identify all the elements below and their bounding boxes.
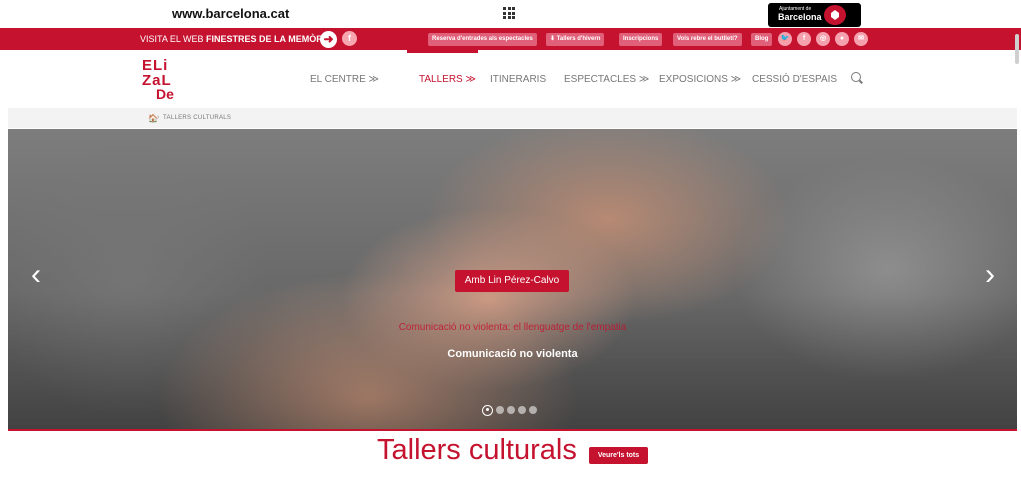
apps-grid-icon[interactable] bbox=[503, 7, 515, 19]
nav-cessio-espais[interactable]: CESSIÓ D'ESPAIS bbox=[752, 74, 837, 85]
blog-button[interactable]: Blog bbox=[751, 33, 773, 46]
top-red-bar: VISITA EL WEB FINESTRES DE LA MEMÒRIA ➜ … bbox=[0, 28, 1021, 50]
hero-title: Comunicació no violenta: el llenguatge d… bbox=[398, 322, 627, 333]
slider-dots bbox=[482, 404, 537, 416]
ajuntament-big-text: Barcelona bbox=[778, 12, 822, 22]
search-icon[interactable] bbox=[851, 72, 861, 82]
active-tab-indicator bbox=[407, 50, 478, 53]
section-title: Tallers culturals bbox=[377, 434, 577, 466]
section-divider bbox=[8, 429, 1017, 431]
scrollbar-thumb[interactable] bbox=[1015, 34, 1019, 64]
slider-dot-3[interactable] bbox=[507, 406, 515, 414]
breadcrumb bbox=[8, 108, 1017, 128]
see-all-button[interactable]: Veure'ls tots bbox=[589, 447, 648, 464]
butlleti-button[interactable]: Vols rebre el butlletí? bbox=[673, 33, 742, 46]
inscripcions-button[interactable]: Inscripcions bbox=[619, 33, 663, 46]
breadcrumb-separator: › bbox=[157, 114, 160, 121]
visita-prefix: VISITA EL WEB bbox=[140, 34, 207, 44]
facebook-icon[interactable]: f bbox=[342, 31, 357, 46]
chevron-left-icon[interactable]: ‹ bbox=[28, 260, 44, 290]
visita-bold: FINESTRES DE LA MEMÒRIA bbox=[206, 34, 332, 44]
reserva-entrades-button[interactable]: Reserva d'entrades als espectacles bbox=[428, 33, 537, 46]
hero-tag-button[interactable]: Amb Lin Pérez-Calvo bbox=[455, 270, 569, 292]
email-icon[interactable]: ✉ bbox=[854, 32, 868, 46]
nav-itineraris[interactable]: ITINERARIS bbox=[490, 74, 546, 85]
barcelona-url-link[interactable]: www.barcelona.cat bbox=[172, 6, 289, 21]
nav-tallers[interactable]: TALLERS ≫ bbox=[419, 74, 476, 85]
hero-subtitle: Comunicació no violenta bbox=[447, 348, 578, 360]
breadcrumb-current: TALLERS CULTURALS bbox=[163, 115, 232, 121]
facebook-social-icon[interactable]: f bbox=[797, 32, 811, 46]
nav-el-centre[interactable]: EL CENTRE ≫ bbox=[310, 74, 379, 85]
page: www.barcelona.cat Ajuntament de Barcelon… bbox=[0, 0, 1021, 478]
nav-espectacles[interactable]: ESPECTACLES ≫ bbox=[564, 74, 649, 85]
logo-line-3: De bbox=[156, 86, 174, 102]
hero-slider: ‹ › Amb Lin Pérez-Calvo Comunicació no v… bbox=[8, 129, 1017, 429]
flickr-icon[interactable]: ● bbox=[835, 32, 849, 46]
slider-dot-2[interactable] bbox=[496, 406, 504, 414]
slider-dot-4[interactable] bbox=[518, 406, 526, 414]
nav-exposicions[interactable]: EXPOSICIONS ≫ bbox=[659, 74, 741, 85]
slider-dot-1[interactable] bbox=[482, 404, 493, 416]
elizalde-logo[interactable]: ELi ZaL De bbox=[142, 57, 190, 103]
instagram-icon[interactable]: ◎ bbox=[816, 32, 830, 46]
arrow-right-icon[interactable]: ➜ bbox=[320, 31, 337, 48]
twitter-icon[interactable]: 🐦 bbox=[778, 32, 792, 46]
top-bar: www.barcelona.cat Ajuntament de Barcelon… bbox=[0, 0, 1021, 28]
slider-dot-5[interactable] bbox=[529, 406, 537, 414]
chevron-right-icon[interactable]: › bbox=[982, 260, 998, 290]
tallers-hivern-button[interactable]: ⬇ Tallers d'hivern bbox=[546, 33, 605, 46]
barcelona-shield-icon bbox=[824, 5, 846, 25]
ajuntament-barcelona-logo[interactable]: Ajuntament de Barcelona bbox=[768, 3, 861, 27]
visita-web-link[interactable]: VISITA EL WEB FINESTRES DE LA MEMÒRIA bbox=[140, 34, 332, 44]
